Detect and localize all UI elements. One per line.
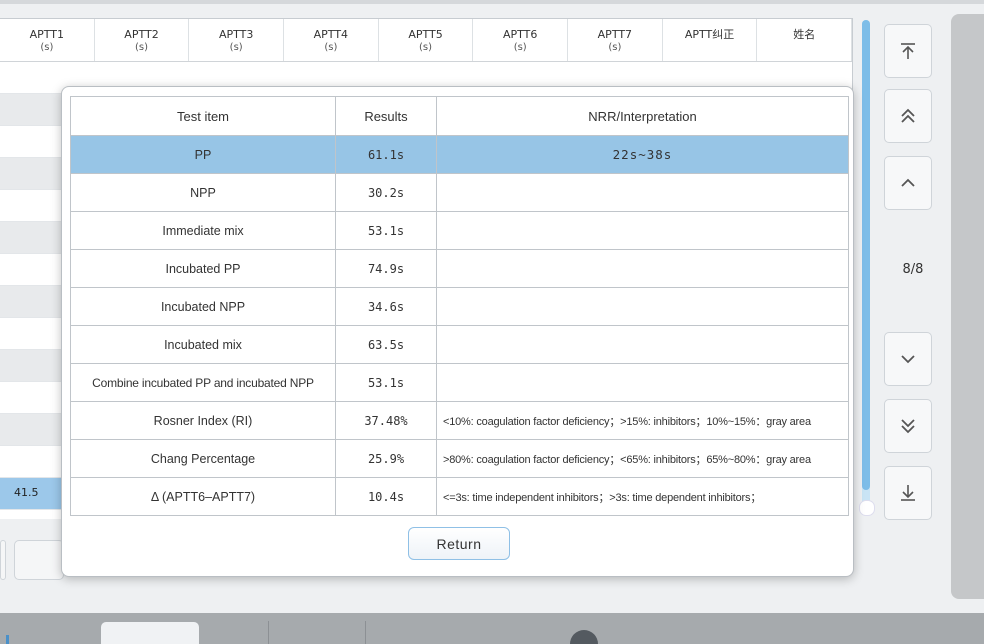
page-up-fast-button[interactable] xyxy=(884,89,932,143)
background-column-unit: (s) xyxy=(40,42,54,53)
results-table-header: Test item Results NRR/Interpretation xyxy=(70,96,849,136)
result-interpretation: >80%: coagulation factor deficiency；<65%… xyxy=(436,439,849,478)
result-row[interactable]: Incubated mix 63.5s xyxy=(70,325,849,364)
result-row[interactable]: Δ (APTT6–APTT7) 10.4s <=3s: time independe… xyxy=(70,477,849,516)
result-test-item: Incubated NPP xyxy=(70,287,336,326)
result-value: 63.5s xyxy=(335,325,437,364)
toolbar-separator xyxy=(268,621,269,644)
result-row[interactable]: Chang Percentage 25.9% >80%: coagulation f… xyxy=(70,439,849,478)
result-test-item: Δ (APTT6–APTT7) xyxy=(70,477,336,516)
toolbar-separator xyxy=(365,621,366,644)
result-interpretation: <10%: coagulation factor deficiency；>15%… xyxy=(436,401,849,440)
gear-icon[interactable] xyxy=(570,630,598,644)
result-value: 61.1s xyxy=(335,135,437,174)
top-strip xyxy=(0,0,984,4)
result-test-item: Incubated PP xyxy=(70,249,336,288)
table-scrollbar-knob[interactable] xyxy=(859,500,875,516)
return-button[interactable]: Return xyxy=(408,527,510,560)
background-column-unit: (s) xyxy=(324,42,338,53)
chevron-down-icon xyxy=(901,355,915,364)
result-test-item: Combine incubated PP and incubated NPP xyxy=(70,363,336,402)
background-button[interactable] xyxy=(14,540,64,580)
background-table-header: APTT1 (s) APTT2 (s) APTT3 (s) APTT4 (s) APTT5 (s)… xyxy=(0,19,853,62)
background-column-label: APTT5 xyxy=(408,28,443,41)
background-column-label: APTT2 xyxy=(124,28,159,41)
result-test-item: Rosner Index (RI) xyxy=(70,401,336,440)
result-test-item: Immediate mix xyxy=(70,211,336,250)
result-row[interactable]: Rosner Index (RI) 37.48% <10%: coagulation… xyxy=(70,401,849,440)
background-column-header: APTT5 (s) xyxy=(379,19,474,61)
result-value: 34.6s xyxy=(335,287,437,326)
result-test-item: NPP xyxy=(70,173,336,212)
page-up-button[interactable] xyxy=(884,156,932,210)
result-value: 53.1s xyxy=(335,363,437,402)
background-column-unit: (s) xyxy=(135,42,149,53)
result-row[interactable]: PP 61.1s 22s~38s xyxy=(70,135,849,174)
background-button[interactable] xyxy=(0,540,6,580)
background-column-header: APTT4 (s) xyxy=(284,19,379,61)
last-page-button[interactable] xyxy=(884,466,932,520)
background-column-unit: (s) xyxy=(229,42,243,53)
background-column-label: APTT1 xyxy=(29,28,65,41)
background-column-header: APTT6 (s) xyxy=(473,19,569,61)
results-dialog: Test item Results NRR/Interpretation PP 6… xyxy=(61,86,854,577)
background-column-unit: (s) xyxy=(513,42,527,53)
results-table: Test item Results NRR/Interpretation PP 6… xyxy=(70,96,849,516)
result-interpretation xyxy=(436,325,849,364)
table-scrollbar-thumb[interactable] xyxy=(862,20,870,490)
result-value: 10.4s xyxy=(335,477,437,516)
result-row[interactable]: Combine incubated PP and incubated NPP 53… xyxy=(70,363,849,402)
selected-row-value: 41.5 xyxy=(14,486,39,499)
background-column-header: APTT3 (s) xyxy=(189,19,285,61)
result-row[interactable]: Incubated PP 74.9s xyxy=(70,249,849,288)
arrow-to-bottom-icon xyxy=(901,485,915,501)
result-row[interactable]: Immediate mix 53.1s xyxy=(70,211,849,250)
right-side-panel xyxy=(951,14,984,599)
arrow-to-top-icon xyxy=(901,43,915,59)
bottom-tab-active[interactable] xyxy=(101,622,199,644)
background-column-label: APTT4 xyxy=(313,28,349,41)
result-interpretation xyxy=(436,249,849,288)
column-header-test-item: Test item xyxy=(70,96,336,136)
background-column-label: APTT7 xyxy=(597,28,633,41)
background-column-label: APTT纠正 xyxy=(684,28,735,41)
result-test-item: Incubated mix xyxy=(70,325,336,364)
result-interpretation xyxy=(436,211,849,250)
double-chevron-down-icon xyxy=(901,419,915,434)
page-indicator: 8/8 xyxy=(902,262,924,277)
column-header-interpretation: NRR/Interpretation xyxy=(436,96,849,136)
result-interpretation: <=3s: time independent inhibitors；>3s: t… xyxy=(436,477,849,516)
result-row[interactable]: NPP 30.2s xyxy=(70,173,849,212)
column-header-results: Results xyxy=(335,96,437,136)
double-chevron-up-icon xyxy=(901,108,915,123)
result-interpretation xyxy=(436,287,849,326)
background-column-header: APTT1 (s) xyxy=(0,19,95,61)
background-column-label: APTT6 xyxy=(502,28,538,41)
result-value: 74.9s xyxy=(335,249,437,288)
result-interpretation xyxy=(436,173,849,212)
background-column-header: APTT2 (s) xyxy=(95,19,190,61)
background-column-header: APTT7 (s) xyxy=(568,19,663,61)
background-column-header: APTT纠正 xyxy=(663,19,758,61)
result-value: 37.48% xyxy=(335,401,437,440)
result-value: 30.2s xyxy=(335,173,437,212)
page-down-button[interactable] xyxy=(884,332,932,386)
background-column-label: APTT3 xyxy=(218,28,254,41)
first-page-button[interactable] xyxy=(884,24,932,78)
result-interpretation xyxy=(436,363,849,402)
toolbar-indicator xyxy=(6,635,9,644)
result-row[interactable]: Incubated NPP 34.6s xyxy=(70,287,849,326)
background-column-unit: (s) xyxy=(608,42,622,53)
background-column-label: 姓名 xyxy=(793,28,816,41)
background-column-unit: (s) xyxy=(419,42,433,53)
result-interpretation: 22s~38s xyxy=(436,135,849,174)
chevron-up-icon xyxy=(901,178,915,187)
result-value: 25.9% xyxy=(335,439,437,478)
result-test-item: PP xyxy=(70,135,336,174)
background-column-header: 姓名 xyxy=(757,19,853,61)
result-value: 53.1s xyxy=(335,211,437,250)
result-test-item: Chang Percentage xyxy=(70,439,336,478)
page-down-fast-button[interactable] xyxy=(884,399,932,453)
